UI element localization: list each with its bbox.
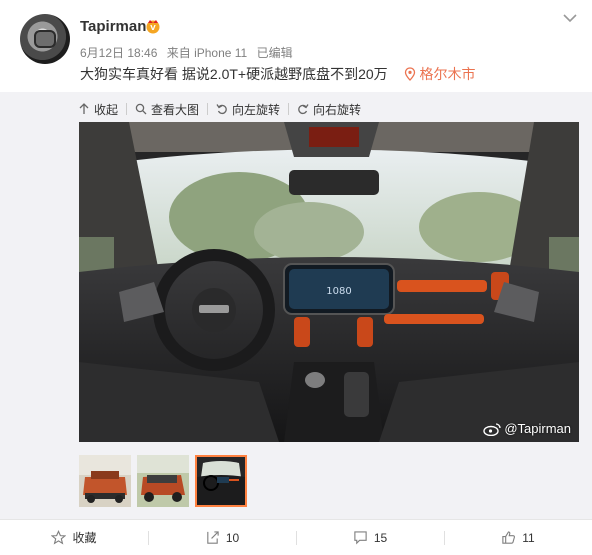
favorite-label: 收藏	[72, 531, 97, 545]
post-edited[interactable]: 已编辑	[257, 46, 293, 60]
photo-watermark: @Tapirman	[483, 421, 571, 436]
thumbnail-exterior-rear[interactable]	[137, 455, 189, 507]
avatar-mask-shape	[34, 30, 56, 48]
thumbnail-interior-image	[197, 457, 245, 505]
car-interior-illustration: 1080	[79, 122, 579, 442]
repost-icon	[207, 531, 219, 544]
like-button[interactable]: 11	[444, 520, 592, 555]
screen-text: 1080	[326, 286, 351, 297]
weibo-logo-icon	[483, 422, 501, 436]
toolbar-divider	[288, 103, 290, 115]
toolbar-divider	[207, 103, 209, 115]
media-panel: 收起 查看大图 向左旋转 向右旋转 1080 @Tapirman	[0, 92, 592, 519]
watermark-text: @Tapirman	[504, 421, 571, 436]
rotate-right-icon	[298, 104, 309, 115]
view-large-label: 查看大图	[151, 102, 200, 117]
thumbnail-exterior-front[interactable]	[79, 455, 131, 507]
comment-icon	[354, 531, 367, 545]
post-text: 大狗实车真好看 据说2.0T+硬派越野底盘不到20万 格尔木市	[80, 64, 476, 84]
rotate-left-button[interactable]: 向左旋转	[216, 101, 280, 118]
post-body: 大狗实车真好看 据说2.0T+硬派越野底盘不到20万	[80, 66, 388, 82]
action-bar: 收藏 10 15 11	[0, 519, 592, 555]
collapse-button[interactable]: 收起	[78, 101, 118, 118]
car-interior-photo[interactable]: 1080 @Tapirman	[79, 122, 579, 442]
location-link[interactable]: 格尔木市	[420, 66, 476, 82]
comment-button[interactable]: 15	[296, 520, 444, 555]
repost-count: 10	[225, 530, 240, 545]
toolbar-divider	[126, 103, 128, 115]
chevron-down-icon[interactable]	[562, 12, 578, 24]
thumbnail-exterior-rear-image	[137, 455, 189, 507]
vip-badge-icon[interactable]: V	[145, 18, 161, 34]
username[interactable]: Tapirman	[80, 18, 146, 35]
collapse-label: 收起	[94, 102, 119, 117]
location-pin-icon	[404, 67, 415, 81]
image-toolbar: 收起 查看大图 向左旋转 向右旋转	[78, 98, 361, 120]
thumbnail-strip	[79, 455, 253, 507]
rotate-left-label: 向左旋转	[232, 102, 281, 117]
avatar[interactable]	[20, 14, 70, 64]
thumbnail-interior-selected[interactable]	[195, 455, 247, 507]
arrow-up-icon	[79, 103, 89, 114]
view-large-button[interactable]: 查看大图	[135, 101, 199, 118]
repost-button[interactable]: 10	[148, 520, 296, 555]
rotate-left-icon	[216, 104, 227, 115]
thumbnail-exterior-front-image	[79, 455, 131, 507]
post-date[interactable]: 6月12日 18:46	[80, 46, 157, 60]
thumbs-up-icon	[502, 531, 516, 544]
search-icon	[135, 103, 147, 115]
rotate-right-button[interactable]: 向右旋转	[297, 101, 361, 118]
svg-text:V: V	[150, 24, 156, 32]
rotate-right-label: 向右旋转	[313, 102, 362, 117]
post-source: 来自 iPhone 11	[166, 46, 248, 60]
post-meta: 6月12日 18:46 来自 iPhone 11 已编辑	[80, 44, 299, 61]
like-count: 11	[522, 530, 535, 545]
favorite-button[interactable]: 收藏	[0, 520, 148, 555]
comment-count: 15	[373, 530, 388, 545]
star-icon	[51, 530, 67, 545]
post-header: Tapirman V 6月12日 18:46 来自 iPhone 11 已编辑 …	[0, 0, 592, 92]
